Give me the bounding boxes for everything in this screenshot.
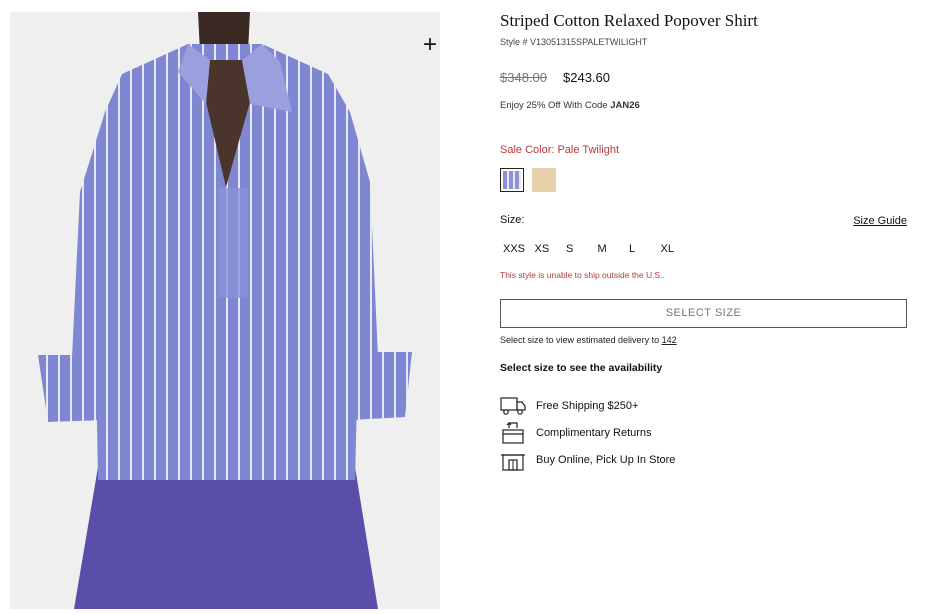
store-icon (501, 454, 525, 471)
promo-text: Enjoy 25% Off With Code JAN26 (500, 100, 640, 111)
select-size-button[interactable]: SELECT SIZE (500, 299, 907, 328)
availability-text: Select size to see the availability (500, 362, 663, 374)
product-photo (10, 12, 440, 609)
return-box-icon (502, 422, 524, 444)
zip-link[interactable]: 142 (662, 335, 677, 345)
style-number: Style # V13051315SPALETWILIGHT (500, 37, 648, 47)
size-label: Size: (500, 214, 525, 226)
feature-returns: Complimentary Returns (500, 422, 652, 444)
swatch-sand[interactable] (532, 168, 556, 192)
swatch-pale-twilight[interactable] (500, 168, 524, 192)
product-title: Striped Cotton Relaxed Popover Shirt (500, 11, 758, 30)
size-xs[interactable]: XS (535, 243, 567, 255)
feature-label: Buy Online, Pick Up In Store (536, 454, 676, 466)
size-m[interactable]: M (598, 243, 630, 255)
truck-icon (500, 397, 526, 415)
feature-free-shipping: Free Shipping $250+ (500, 395, 638, 417)
size-xxs[interactable]: XXS (503, 243, 535, 255)
feature-label: Complimentary Returns (536, 427, 652, 439)
size-s[interactable]: S (566, 243, 598, 255)
size-options: XXS XS S M L XL (503, 243, 692, 255)
product-image[interactable]: + (10, 12, 440, 609)
feature-label: Free Shipping $250+ (536, 400, 639, 412)
feature-store-pickup: Buy Online, Pick Up In Store (500, 449, 675, 471)
delivery-text: Select size to view estimated delivery t… (500, 335, 677, 345)
size-xl[interactable]: XL (661, 243, 693, 255)
size-guide-link[interactable]: Size Guide (853, 215, 907, 227)
swatch-pattern (503, 171, 521, 189)
promo-code: JAN26 (610, 100, 640, 111)
zoom-button[interactable]: + (418, 33, 440, 58)
original-price: $348.00 (500, 70, 547, 85)
sale-price: $243.60 (563, 70, 610, 85)
size-l[interactable]: L (629, 243, 661, 255)
delivery-message: Select size to view estimated delivery t… (500, 335, 662, 345)
shipping-warning: This style is unable to ship outside the… (500, 270, 665, 280)
promo-message: Enjoy 25% Off With Code (500, 100, 611, 111)
color-label: Sale Color: Pale Twilight (500, 144, 620, 156)
